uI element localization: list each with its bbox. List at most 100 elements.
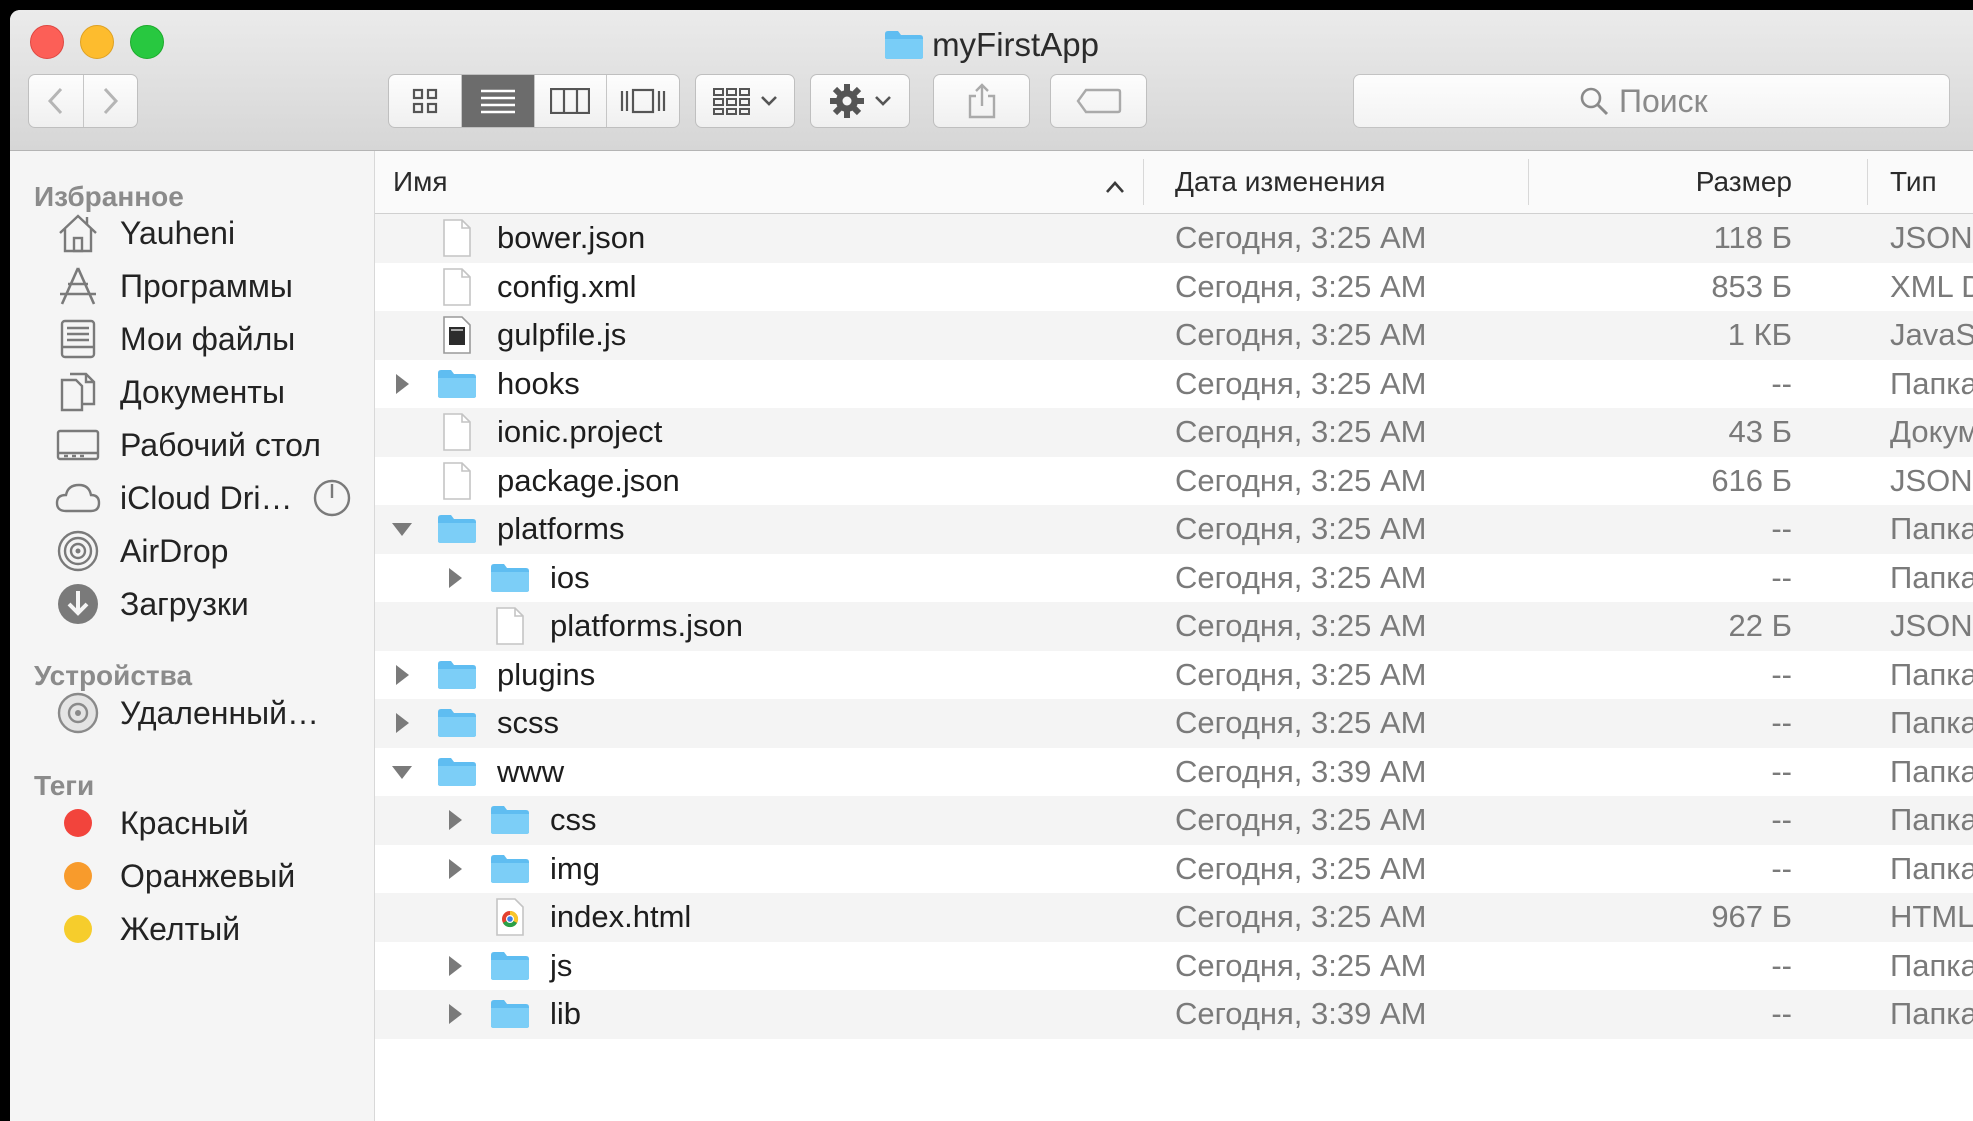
tag-icon [1076, 88, 1121, 114]
sidebar-item-label: Yauheni [120, 214, 236, 251]
file-date: Сегодня, 3:25 AM [1175, 559, 1427, 595]
sidebar-item-downloads[interactable]: Загрузки [54, 576, 249, 632]
disclosure-expanded-icon[interactable] [387, 505, 417, 554]
file-row[interactable]: css Сегодня, 3:25 AM -- Папка [375, 796, 1973, 845]
arrange-button[interactable] [695, 74, 795, 128]
file-row[interactable]: ios Сегодня, 3:25 AM -- Папка [375, 553, 1973, 603]
file-type: Папка [1890, 365, 1973, 401]
sidebar-item-home[interactable]: Yauheni [54, 205, 235, 261]
column-view-button[interactable] [535, 75, 608, 127]
file-row[interactable]: platforms.json Сегодня, 3:25 AM 22 Б JSON [375, 602, 1973, 651]
file-size: 118 Б [1713, 220, 1792, 256]
sidebar-item-icloud-drive[interactable]: iCloud Dri… [54, 470, 356, 526]
column-header-name[interactable]: Имя [393, 151, 973, 213]
file-row[interactable]: config.xml Сегодня, 3:25 AM 853 Б XML D [375, 262, 1973, 311]
disclosure-collapsed-icon[interactable] [440, 845, 470, 894]
sidebar-item-desktop[interactable]: Рабочий стол [54, 417, 321, 473]
icon-view-button[interactable] [389, 75, 462, 127]
executable-file-icon [435, 311, 479, 360]
file-row[interactable]: plugins Сегодня, 3:25 AM -- Папка [375, 650, 1973, 700]
file-row[interactable]: www Сегодня, 3:39 AM -- Папка [375, 747, 1973, 797]
sidebar-item-documents[interactable]: Документы [54, 364, 285, 420]
sidebar-item-remote-disc[interactable]: Удаленный… [54, 685, 319, 741]
sidebar-item-label: Оранжевый [120, 857, 296, 894]
finder-window: myFirstApp Поиск Избранное Yauheni Прогр… [10, 10, 1973, 1121]
disclosure-collapsed-icon[interactable] [440, 554, 470, 603]
back-button[interactable] [29, 75, 84, 127]
disclosure-collapsed-icon[interactable] [387, 699, 417, 748]
column-header-date[interactable]: Дата изменения [1175, 151, 1495, 213]
airdrop-icon [54, 527, 102, 575]
file-name: css [550, 802, 597, 838]
file-row[interactable]: bower.json Сегодня, 3:25 AM 118 Б JSON [375, 214, 1973, 263]
file-size: -- [1771, 802, 1792, 838]
column-header-size[interactable]: Размер [1535, 151, 1792, 213]
disclosure-expanded-icon[interactable] [387, 748, 417, 797]
file-row[interactable]: js Сегодня, 3:25 AM -- Папка [375, 941, 1973, 991]
file-date: Сегодня, 3:25 AM [1175, 947, 1427, 983]
file-name: scss [497, 705, 559, 741]
file-name: lib [550, 996, 582, 1032]
column-header-type[interactable]: Тип [1890, 151, 1973, 213]
file-name: platforms [497, 511, 625, 547]
red-tag-dot-icon [54, 799, 102, 847]
file-size: 853 Б [1711, 268, 1792, 304]
file-date: Сегодня, 3:25 AM [1175, 511, 1427, 547]
disclosure-collapsed-icon[interactable] [440, 942, 470, 991]
file-name: plugins [497, 656, 596, 692]
share-button[interactable] [933, 74, 1030, 128]
file-date: Сегодня, 3:39 AM [1175, 753, 1427, 789]
sidebar-item-all-my-files[interactable]: Мои файлы [54, 311, 295, 367]
file-row[interactable]: hooks Сегодня, 3:25 AM -- Папка [375, 359, 1973, 409]
disclosure-collapsed-icon[interactable] [387, 651, 417, 700]
file-row[interactable]: scss Сегодня, 3:25 AM -- Папка [375, 699, 1973, 748]
column-divider[interactable] [1867, 159, 1868, 205]
disclosure-collapsed-icon[interactable] [440, 990, 470, 1039]
sidebar-item-tag-orange[interactable]: Оранжевый [54, 848, 295, 904]
file-name: img [550, 850, 600, 886]
sidebar-item-airdrop[interactable]: AirDrop [54, 523, 228, 579]
file-row[interactable]: ionic.project Сегодня, 3:25 AM 43 Б Докум [375, 408, 1973, 457]
toolbar: myFirstApp [10, 10, 1973, 151]
file-name: ios [550, 559, 590, 595]
action-button[interactable] [810, 74, 910, 128]
window-title-text: myFirstApp [932, 26, 1099, 63]
file-row[interactable]: lib Сегодня, 3:39 AM -- Папка [375, 990, 1973, 1039]
documents-icon [54, 368, 102, 416]
gear-icon [830, 84, 864, 118]
file-type: Папка [1890, 996, 1973, 1032]
sidebar-item-tag-yellow[interactable]: Желтый [54, 901, 240, 957]
column-divider[interactable] [1143, 159, 1144, 205]
file-row[interactable]: index.html Сегодня, 3:25 AM 967 Б HTML. [375, 893, 1973, 942]
file-date: Сегодня, 3:25 AM [1175, 656, 1427, 692]
sidebar-item-label: Документы [120, 373, 285, 410]
sidebar-item-applications[interactable]: Программы [54, 258, 293, 314]
folder-icon [488, 554, 532, 603]
sidebar-item-label: Красный [120, 804, 249, 841]
file-name: hooks [497, 365, 580, 401]
sidebar-item-label: iCloud Dri… [120, 479, 293, 516]
folder-icon [488, 990, 532, 1039]
cover-flow-button[interactable] [607, 75, 679, 127]
file-row[interactable]: img Сегодня, 3:25 AM -- Папка [375, 844, 1973, 894]
edit-tags-button[interactable] [1050, 74, 1147, 128]
list-view-button[interactable] [461, 75, 535, 127]
file-type: Папка [1890, 947, 1973, 983]
forward-button[interactable] [84, 75, 138, 127]
column-divider[interactable] [1528, 159, 1529, 205]
sidebar-item-tag-red[interactable]: Красный [54, 795, 249, 851]
file-size: -- [1771, 705, 1792, 741]
chevron-down-icon [761, 96, 777, 106]
yellow-tag-dot-icon [54, 905, 102, 953]
file-row[interactable]: gulpfile.js Сегодня, 3:25 AM 1 КБ JavaSc [375, 311, 1973, 360]
disclosure-collapsed-icon[interactable] [440, 796, 470, 845]
search-field[interactable] [1353, 74, 1950, 128]
file-type: JSON [1890, 220, 1973, 256]
file-rows: bower.json Сегодня, 3:25 AM 118 Б JSON confi… [375, 214, 1973, 1087]
file-row[interactable]: package.json Сегодня, 3:25 AM 616 Б JSON [375, 456, 1973, 505]
disclosure-collapsed-icon[interactable] [387, 360, 417, 409]
file-size: 22 Б [1728, 608, 1792, 644]
file-size: -- [1771, 947, 1792, 983]
search-input[interactable] [1619, 82, 1724, 120]
file-row[interactable]: platforms Сегодня, 3:25 AM -- Папка [375, 505, 1973, 554]
